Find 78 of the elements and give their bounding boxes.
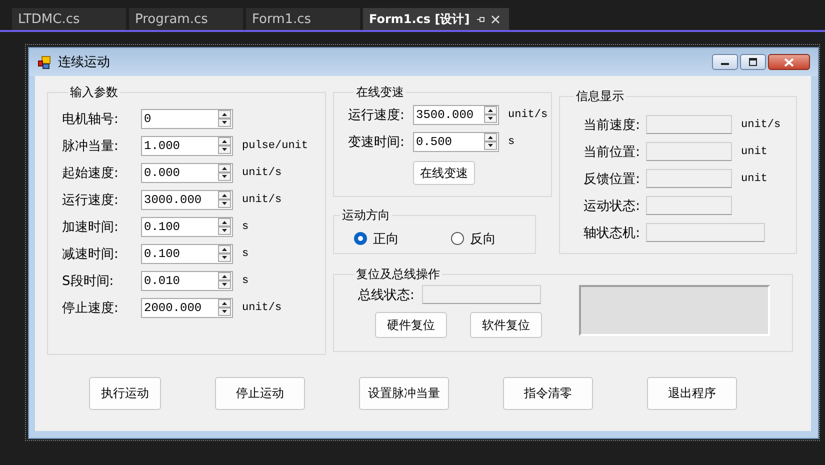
maximize-button[interactable]	[740, 54, 766, 70]
online-speed-button[interactable]: 在线变速	[413, 161, 475, 185]
group-title: 输入参数	[69, 84, 119, 101]
minimize-button[interactable]	[712, 54, 738, 70]
field-label: 变速时间:	[348, 134, 406, 150]
reset-button[interactable]: 软件复位	[470, 312, 542, 338]
unit-label: unit	[741, 172, 768, 184]
unit-label: unit/s	[242, 166, 282, 178]
close-button[interactable]	[768, 54, 810, 70]
number-field[interactable]: 3000.000	[141, 190, 233, 210]
number-field[interactable]: 2000.000	[141, 298, 233, 318]
spin-arrows-icon[interactable]	[484, 133, 497, 150]
spin-arrows-icon[interactable]	[218, 272, 231, 289]
spin-arrows-icon[interactable]	[218, 245, 231, 262]
unit-label: s	[508, 136, 515, 148]
spin-arrows-icon[interactable]	[218, 218, 231, 235]
radio-label: 反向	[470, 230, 496, 248]
number-field[interactable]: 0.100	[141, 244, 233, 264]
window-title: 连续运动	[58, 54, 110, 71]
field-label: 运行速度:	[348, 106, 406, 124]
spin-arrows-icon[interactable]	[218, 110, 231, 127]
unit-label: pulse/unit	[242, 140, 308, 152]
field-label: S段时间:	[62, 272, 115, 290]
field-label: 轴状态机:	[582, 224, 640, 242]
number-field[interactable]: 0.000	[141, 162, 233, 182]
field-label: 加速时间:	[62, 218, 120, 236]
unit-label: s	[242, 248, 249, 260]
reset-button[interactable]: 硬件复位	[375, 312, 447, 338]
spin-arrows-icon[interactable]	[484, 106, 497, 123]
file-tab[interactable]: Program.cs	[129, 8, 243, 30]
form-icon	[38, 56, 51, 68]
unit-label: s	[242, 274, 249, 286]
radio-label: 正向	[373, 230, 399, 248]
close-icon[interactable]	[490, 14, 500, 24]
action-button[interactable]: 执行运动	[89, 377, 161, 410]
group-title: 信息显示	[575, 88, 625, 105]
file-tab[interactable]: Form1.cs	[246, 8, 360, 30]
unit-label: unit/s	[242, 302, 282, 314]
number-field[interactable]: 3500.000	[413, 104, 499, 124]
field-label: 当前位置:	[582, 144, 640, 160]
action-button[interactable]: 停止运动	[215, 377, 305, 410]
group-title: 运动方向	[341, 206, 391, 224]
number-field[interactable]: 0.100	[141, 216, 233, 236]
action-button[interactable]: 设置脉冲当量	[359, 377, 449, 410]
spin-arrows-icon[interactable]	[218, 191, 231, 208]
field-label: 当前速度:	[582, 116, 640, 134]
unit-label: unit/s	[508, 108, 548, 120]
field-label: 总线状态:	[358, 286, 414, 304]
field-label: 反馈位置:	[582, 170, 640, 188]
file-tab[interactable]: Form1.cs [设计]	[363, 8, 509, 30]
unit-label: s	[242, 220, 249, 232]
field-label: 运动状态:	[582, 198, 640, 214]
maximize-icon	[748, 58, 758, 66]
spin-arrows-icon[interactable]	[218, 299, 231, 316]
unit-label: unit/s	[741, 118, 781, 130]
close-icon	[784, 58, 794, 66]
number-field[interactable]: 0	[141, 108, 233, 128]
spin-arrows-icon[interactable]	[218, 164, 231, 181]
radio-button[interactable]	[354, 232, 367, 245]
field-label: 脉冲当量:	[62, 138, 120, 154]
number-field[interactable]: 0.010	[141, 270, 233, 290]
action-button[interactable]: 指令清零	[503, 377, 593, 410]
field-label: 减速时间:	[62, 246, 120, 262]
field-label: 电机轴号:	[62, 110, 120, 128]
field-label: 停止速度:	[62, 300, 120, 316]
group-title: 在线变速	[355, 84, 405, 101]
group-title: 复位及总线操作	[355, 266, 441, 283]
file-tab[interactable]: LTDMC.cs	[12, 8, 126, 30]
pin-icon[interactable]	[476, 14, 485, 24]
number-field[interactable]: 0.500	[413, 132, 499, 152]
number-field[interactable]: 1.000	[141, 136, 233, 156]
unit-label: unit	[741, 146, 768, 158]
action-button[interactable]: 退出程序	[647, 377, 737, 410]
field-label: 运行速度:	[62, 192, 120, 208]
spin-arrows-icon[interactable]	[218, 137, 231, 154]
field-label: 起始速度:	[62, 164, 120, 182]
radio-button[interactable]	[451, 232, 464, 245]
unit-label: unit/s	[242, 194, 282, 206]
